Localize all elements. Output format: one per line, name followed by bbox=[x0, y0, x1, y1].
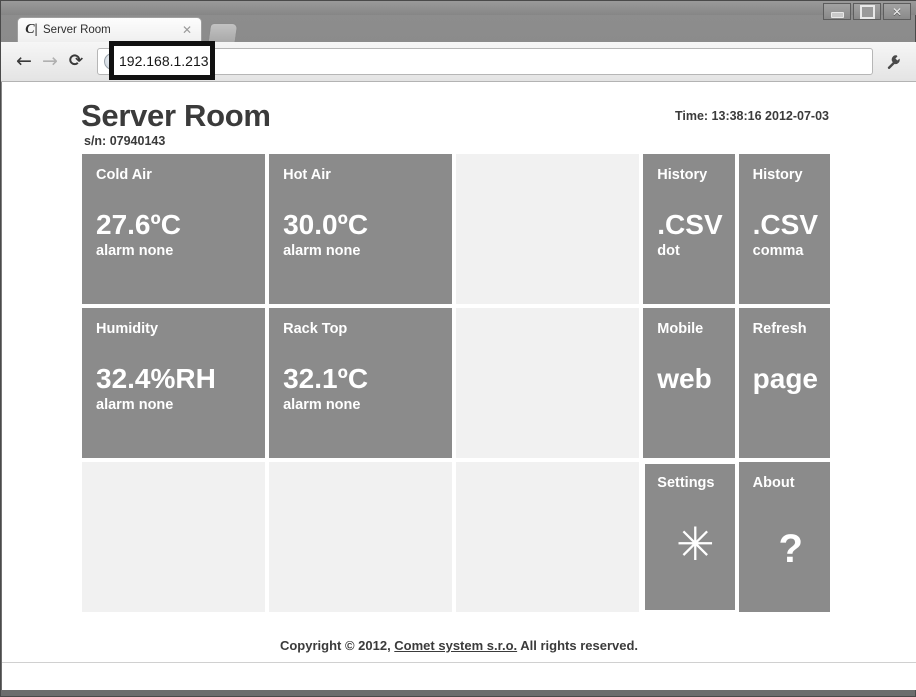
tile-humidity[interactable]: Humidity 32.4%RH alarm none bbox=[82, 308, 266, 458]
tile-grid: Cold Air 27.6ºC alarm none Hot Air 30.0ºC ala… bbox=[82, 154, 831, 612]
tile-value: page bbox=[752, 363, 819, 394]
tile-sub: dot bbox=[657, 243, 680, 259]
forward-arrow-icon: → bbox=[42, 50, 58, 72]
browser-status-strip bbox=[2, 662, 916, 690]
tile-cold-air[interactable]: Cold Air 27.6ºC alarm none bbox=[82, 154, 266, 304]
tile-value: web bbox=[657, 363, 712, 394]
tile-history-csv-comma[interactable]: History .CSV comma bbox=[738, 154, 831, 304]
footer-prefix: Copyright © 2012, bbox=[279, 638, 395, 653]
url-highlight-annotation: 192.168.1.213 bbox=[109, 41, 215, 80]
tile-label: Cold Air bbox=[96, 167, 152, 183]
tab-server-room[interactable]: C| Server Room ✕ bbox=[17, 17, 202, 42]
tile-about[interactable]: About? bbox=[738, 462, 831, 612]
tile-empty-r2c3 bbox=[456, 308, 640, 458]
tile-label: About bbox=[752, 475, 795, 491]
tile-value: 32.4%RH bbox=[96, 363, 216, 394]
tile-value: 32.1ºC bbox=[283, 363, 369, 394]
tile-mobile-web[interactable]: Mobile web bbox=[643, 308, 735, 458]
browser-toolbar: ← → ⟳ 192.168.1.213 bbox=[1, 41, 916, 82]
settings-asterisk-icon: ✳ bbox=[676, 517, 715, 571]
serial-number: s/n: 07940143 bbox=[84, 134, 166, 148]
page-title: Server Room bbox=[81, 98, 271, 133]
tile-label: Settings bbox=[657, 475, 715, 491]
footer-company-link[interactable]: Comet system s.r.o. bbox=[394, 638, 517, 653]
tile-empty-r3c3 bbox=[456, 462, 640, 612]
wrench-icon bbox=[887, 54, 900, 69]
tile-label: Hot Air bbox=[283, 167, 331, 183]
tile-empty-r3c2 bbox=[269, 462, 453, 612]
tile-row: Humidity 32.4%RH alarm none Rack Top 32.1ºC a… bbox=[82, 308, 831, 458]
address-bar[interactable]: 192.168.1.213 bbox=[97, 41, 873, 80]
tile-label: Refresh bbox=[752, 321, 807, 337]
tile-refresh-page[interactable]: Refresh page bbox=[738, 308, 831, 458]
forward-button[interactable]: → bbox=[37, 49, 63, 75]
tile-sub: alarm none bbox=[283, 397, 361, 413]
tile-empty-r1c3 bbox=[456, 154, 640, 304]
reload-icon: ⟳ bbox=[68, 51, 84, 71]
tile-label: Mobile bbox=[657, 321, 704, 337]
tile-row: Cold Air 27.6ºC alarm none Hot Air 30.0ºC ala… bbox=[82, 154, 831, 304]
tile-value: .CSV bbox=[752, 209, 819, 240]
tile-rack-top[interactable]: Rack Top 32.1ºC alarm none bbox=[269, 308, 453, 458]
footer-suffix: All rights reserved. bbox=[517, 638, 639, 653]
back-arrow-icon: ← bbox=[16, 50, 32, 72]
clock-time: Time: 13:38:16 2012-07-03 bbox=[674, 109, 829, 123]
tile-label: Rack Top bbox=[283, 321, 348, 337]
new-tab-button[interactable] bbox=[207, 23, 239, 42]
tile-label: Humidity bbox=[96, 321, 159, 337]
tile-empty-r3c1 bbox=[82, 462, 266, 612]
tile-label: History bbox=[752, 167, 803, 183]
tile-sub: alarm none bbox=[96, 397, 174, 413]
tile-value: 27.6ºC bbox=[96, 209, 181, 240]
reload-button[interactable]: ⟳ bbox=[63, 49, 89, 75]
tile-history-csv-dot[interactable]: History .CSV dot bbox=[643, 154, 735, 304]
tab-strip: C| Server Room ✕ bbox=[1, 15, 916, 42]
browser-window: ✕ C| Server Room ✕ ← → ⟳ 192.168.1.213 S… bbox=[0, 0, 916, 697]
page-viewport: Server Room s/n: 07940143 Time: 13:38:16… bbox=[2, 82, 916, 662]
wrench-menu-button[interactable] bbox=[881, 49, 907, 75]
page-header: Server Room s/n: 07940143 Time: 13:38:16… bbox=[2, 82, 916, 154]
tile-label: History bbox=[657, 167, 708, 183]
tab-close-icon[interactable]: ✕ bbox=[179, 23, 195, 37]
tile-value: .CSV bbox=[657, 209, 723, 240]
window-titlebar: ✕ bbox=[1, 1, 916, 20]
tile-value: 30.0ºC bbox=[283, 209, 369, 240]
tile-sub: comma bbox=[752, 243, 804, 259]
about-question-icon: ? bbox=[778, 527, 803, 571]
comet-favicon-icon: C| bbox=[25, 22, 38, 37]
url-input[interactable]: 192.168.1.213 bbox=[119, 53, 209, 69]
tile-sub: alarm none bbox=[96, 243, 174, 259]
tile-row: Settings ✳ About? bbox=[82, 462, 831, 612]
tile-sub: alarm none bbox=[283, 243, 361, 259]
page-footer: Copyright © 2012, Comet system s.r.o. Al… bbox=[2, 638, 916, 653]
tile-hot-air[interactable]: Hot Air 30.0ºC alarm none bbox=[269, 154, 453, 304]
tab-title: Server Room bbox=[43, 24, 111, 36]
back-button[interactable]: ← bbox=[11, 49, 37, 75]
tile-settings[interactable]: Settings ✳ bbox=[643, 462, 735, 612]
